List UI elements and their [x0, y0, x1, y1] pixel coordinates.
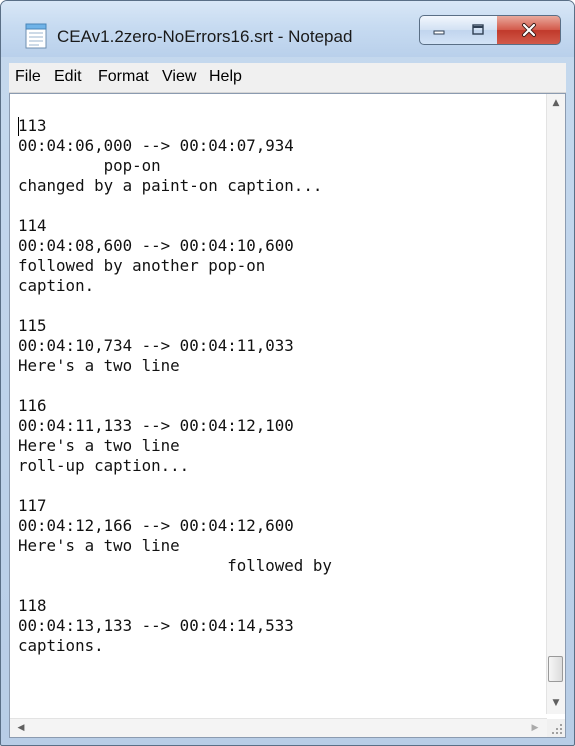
scroll-right-arrow-icon[interactable]: ▶ [526, 719, 544, 737]
text-caret [18, 117, 19, 136]
menu-bar: File Edit Format View Help [9, 63, 566, 93]
maximize-icon [471, 24, 484, 35]
close-button[interactable] [497, 15, 561, 45]
vertical-scroll-thumb[interactable] [548, 656, 563, 682]
scroll-up-arrow-icon[interactable]: ▲ [547, 94, 565, 112]
menu-help[interactable]: Help [209, 68, 242, 86]
menu-edit[interactable]: Edit [54, 68, 82, 86]
close-icon [521, 23, 536, 37]
notepad-icon [25, 23, 47, 49]
size-grip-dots [552, 724, 562, 734]
scroll-down-arrow-icon[interactable]: ▼ [547, 694, 565, 712]
notepad-window: CEAv1.2zero-NoErrors16.srt - Notepad Fil… [0, 0, 575, 746]
maximize-button[interactable] [458, 15, 498, 45]
horizontal-scrollbar[interactable]: ◀ ▶ [10, 718, 547, 737]
menu-format[interactable]: Format [98, 68, 149, 86]
window-title: CEAv1.2zero-NoErrors16.srt - Notepad [57, 27, 353, 46]
minimize-button[interactable] [419, 15, 459, 45]
document-text[interactable]: 113 00:04:06,000 --> 00:04:07,934 pop-on… [18, 116, 332, 656]
title-bar[interactable]: CEAv1.2zero-NoErrors16.srt - Notepad [1, 1, 574, 57]
menu-file[interactable]: File [15, 68, 41, 86]
minimize-icon [433, 30, 445, 35]
resize-grip-icon[interactable] [547, 719, 565, 737]
menu-view[interactable]: View [162, 68, 196, 86]
text-editor-area[interactable]: 113 00:04:06,000 --> 00:04:07,934 pop-on… [9, 93, 566, 738]
vertical-scrollbar[interactable]: ▲ ▼ [546, 94, 565, 714]
scroll-left-arrow-icon[interactable]: ◀ [12, 719, 30, 737]
